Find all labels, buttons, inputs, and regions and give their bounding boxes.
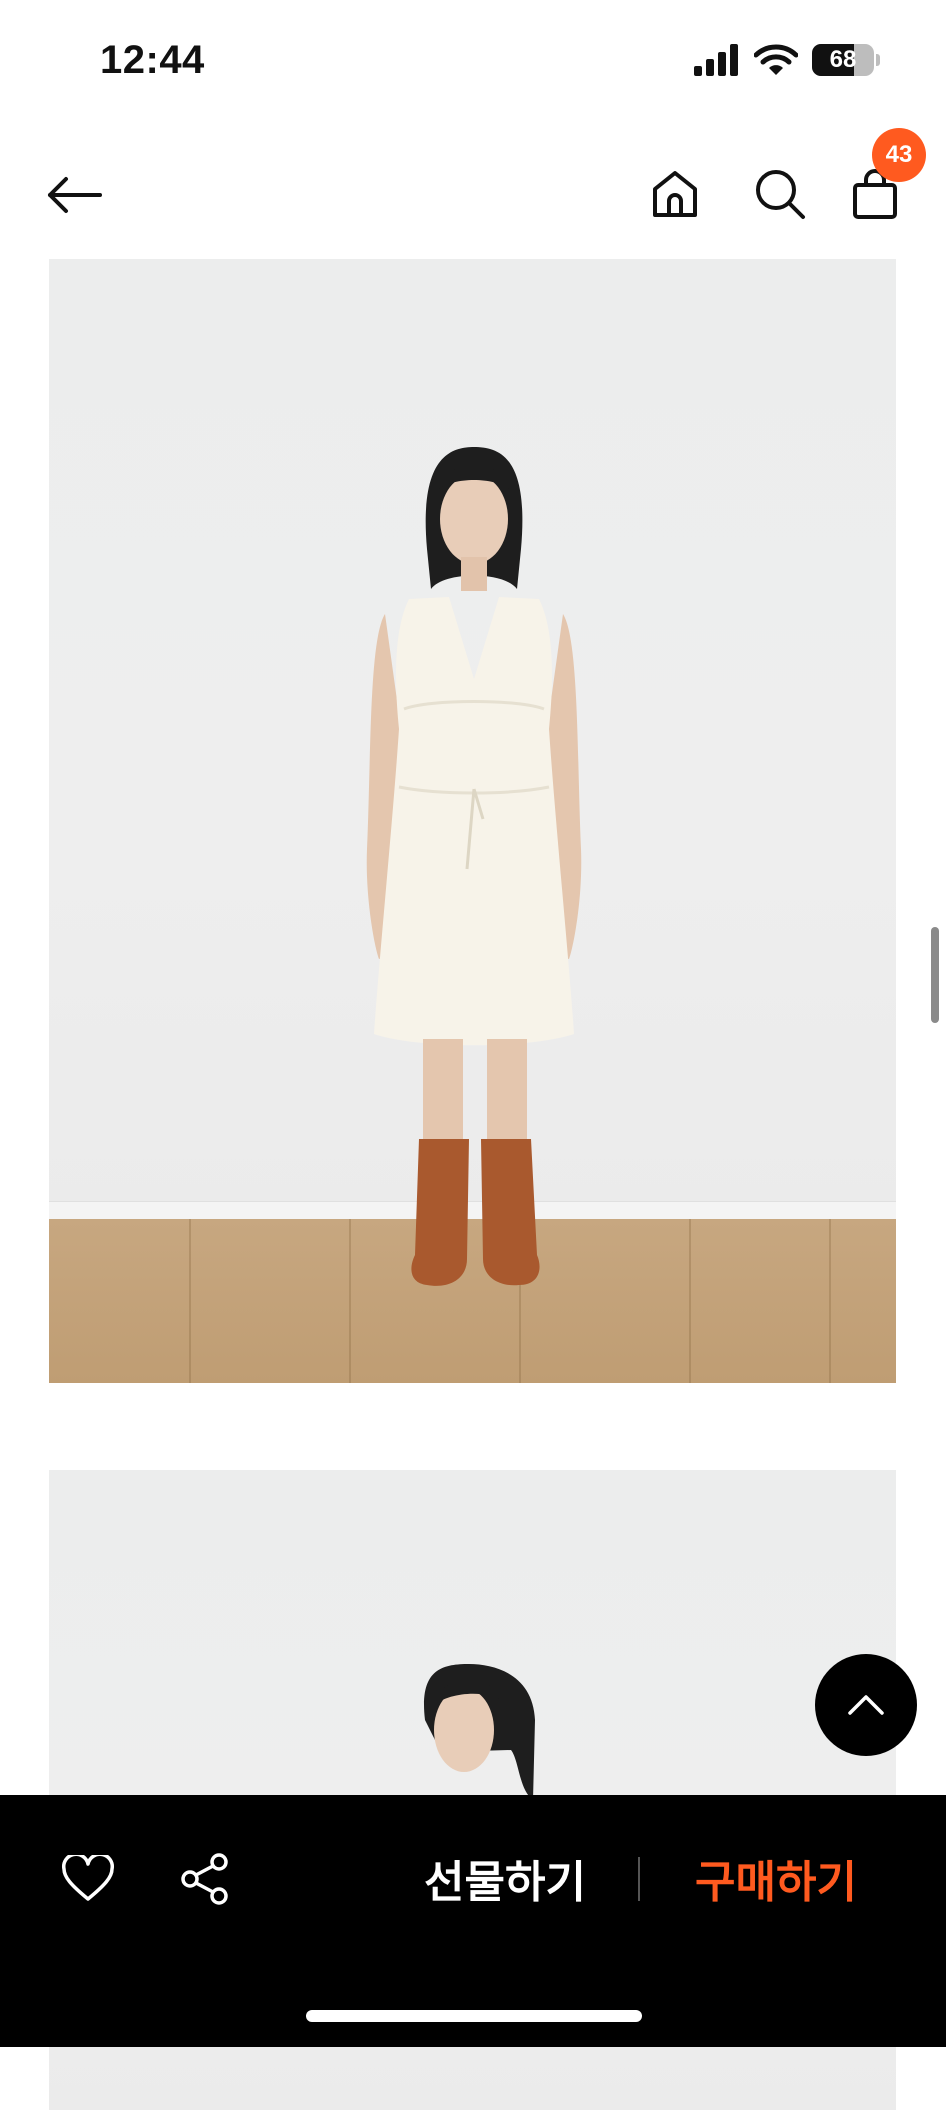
status-bar: 12:44 68 bbox=[0, 0, 946, 120]
scroll-to-top-button[interactable] bbox=[815, 1654, 917, 1756]
product-image-1[interactable] bbox=[49, 259, 896, 1383]
wifi-icon bbox=[754, 44, 798, 75]
cart-count-badge: 43 bbox=[872, 128, 926, 182]
button-divider bbox=[638, 1857, 640, 1901]
status-indicators: 68 bbox=[694, 44, 880, 76]
buy-button[interactable]: 구매하기 bbox=[686, 1845, 866, 1911]
battery-icon: 68 bbox=[812, 44, 874, 76]
wishlist-button[interactable] bbox=[58, 1849, 118, 1909]
share-button[interactable] bbox=[175, 1849, 235, 1909]
home-icon bbox=[653, 171, 697, 217]
search-button[interactable] bbox=[740, 154, 820, 234]
battery-level: 68 bbox=[829, 46, 857, 73]
home-button[interactable] bbox=[640, 154, 710, 234]
chevron-up-icon bbox=[848, 1695, 884, 1715]
gift-button[interactable]: 선물하기 bbox=[420, 1845, 590, 1911]
back-button[interactable] bbox=[40, 160, 110, 230]
heart-icon bbox=[62, 1855, 114, 1901]
back-arrow-icon bbox=[48, 177, 102, 213]
status-time: 12:44 bbox=[100, 38, 205, 82]
share-icon bbox=[181, 1853, 228, 1905]
battery-cap bbox=[876, 54, 880, 66]
signal-icon bbox=[694, 44, 738, 76]
model-figure bbox=[366, 447, 582, 1286]
search-icon bbox=[756, 170, 805, 219]
scroll-indicator[interactable] bbox=[931, 927, 939, 1023]
top-navigation bbox=[0, 120, 946, 260]
home-indicator bbox=[306, 2010, 642, 2022]
